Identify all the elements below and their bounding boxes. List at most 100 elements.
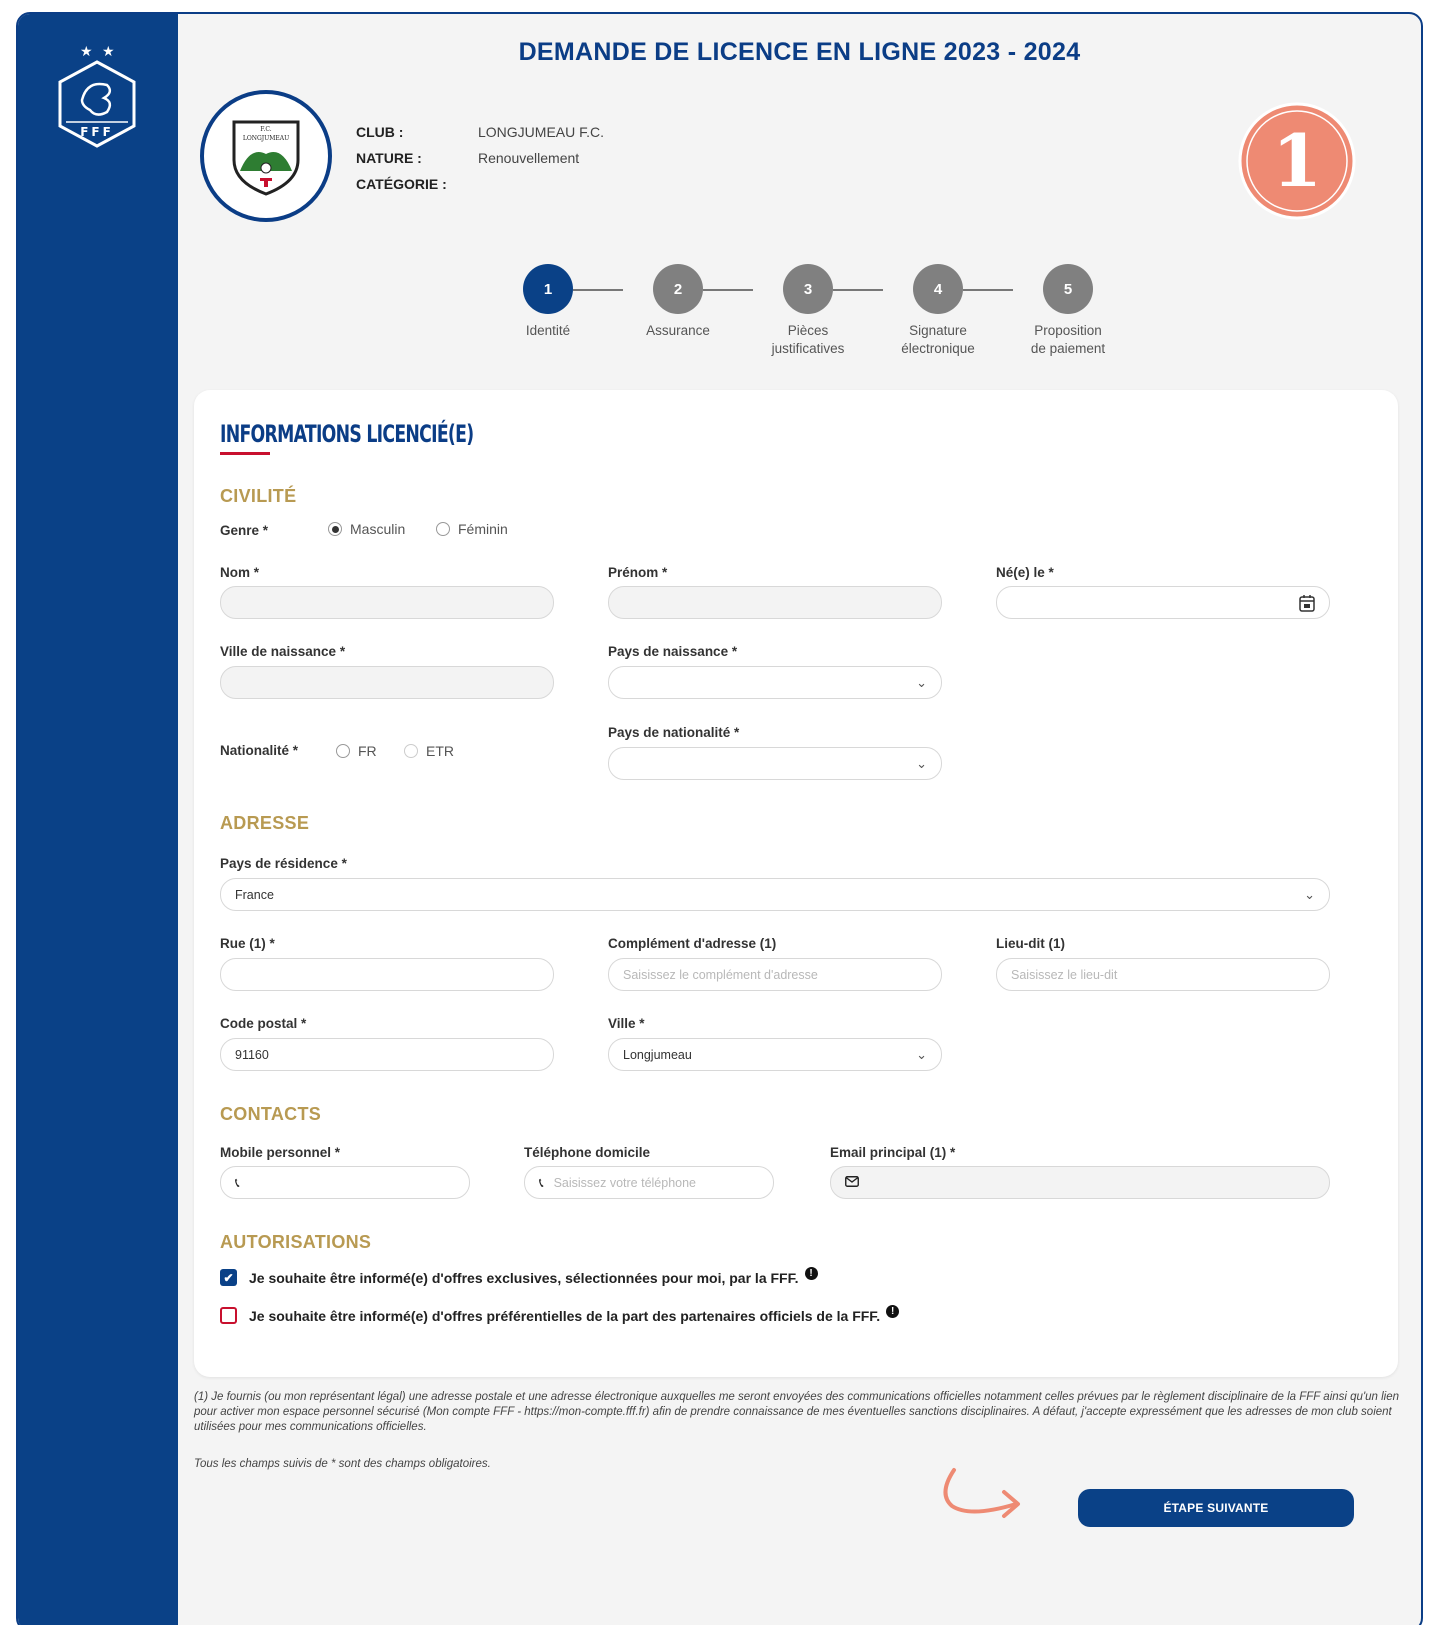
radio-dot xyxy=(328,522,342,536)
radio-etr[interactable]: ETR xyxy=(404,743,454,759)
svg-text:★: ★ xyxy=(80,44,93,60)
step-circle: 1 xyxy=(523,264,573,314)
complement-placeholder: Saisissez le complément d'adresse xyxy=(623,967,818,982)
complement-label: Complément d'adresse (1) xyxy=(608,936,777,951)
step-badge-number: 1 xyxy=(1272,118,1322,203)
pays-residence-value: France xyxy=(235,887,274,902)
step-paiement[interactable]: 5 Proposition de paiement xyxy=(1008,264,1128,358)
form-card: INFORMATIONS LICENCIÉ(E) CIVILITÉ Genre … xyxy=(194,390,1398,1377)
checkbox-checked-icon[interactable]: ✔ xyxy=(220,1269,237,1286)
rue-label: Rue (1) * xyxy=(220,936,275,951)
code-postal-label: Code postal * xyxy=(220,1016,307,1031)
club-value: LONGJUMEAU F.C. xyxy=(478,124,605,140)
rue-input[interactable] xyxy=(220,958,554,991)
chevron-down-icon: ⌄ xyxy=(916,756,927,771)
calendar-icon[interactable] xyxy=(1299,594,1315,615)
ville-naissance-input[interactable] xyxy=(220,666,554,699)
curved-arrow-icon xyxy=(943,1468,1020,1518)
categorie-label: CATÉGORIE : xyxy=(356,176,447,192)
chevron-down-icon: ⌄ xyxy=(916,1047,927,1062)
nom-label: Nom * xyxy=(220,565,260,580)
radio-feminin[interactable]: Féminin xyxy=(436,521,508,537)
telephone-placeholder: Saisissez votre téléphone xyxy=(553,1175,697,1190)
ville-value: Longjumeau xyxy=(623,1047,692,1062)
title-underline xyxy=(220,452,270,455)
ville-select[interactable]: Longjumeau ⌄ xyxy=(608,1038,942,1071)
telephone-label: Téléphone domicile xyxy=(524,1145,651,1160)
offres-partenaires-label: Je souhaite être informé(e) d'offres pré… xyxy=(249,1307,881,1324)
pays-naissance-label: Pays de naissance * xyxy=(608,644,738,659)
pays-residence-label: Pays de résidence * xyxy=(220,856,347,871)
code-postal-value: 91160 xyxy=(235,1047,269,1062)
step-connector xyxy=(573,289,623,291)
nom-input[interactable] xyxy=(220,586,554,619)
chevron-down-icon: ⌄ xyxy=(916,675,927,690)
radio-masculin[interactable]: Masculin xyxy=(328,521,405,537)
step-label: Pièces justificatives xyxy=(771,323,845,356)
checkbox-offres-fff[interactable]: ✔ Je souhaite être informé(e) d'offres e… xyxy=(220,1267,818,1286)
code-postal-input[interactable]: 91160 xyxy=(220,1038,554,1071)
lieu-dit-placeholder: Saisissez le lieu-dit xyxy=(1011,967,1118,982)
email-input[interactable] xyxy=(830,1166,1330,1199)
checkbox-unchecked-icon[interactable] xyxy=(220,1307,237,1324)
club-crest-icon: F.C. LONGJUMEAU xyxy=(232,120,300,196)
email-label: Email principal (1) * xyxy=(830,1145,956,1160)
step-pieces[interactable]: 3 Pièces justificatives xyxy=(748,264,868,358)
chevron-down-icon: ⌄ xyxy=(1304,887,1315,902)
nature-label: NATURE : xyxy=(356,150,422,166)
lieu-dit-label: Lieu-dit (1) xyxy=(996,936,1065,951)
step-identite[interactable]: 1 Identité xyxy=(488,264,608,340)
club-badge: F.C. LONGJUMEAU xyxy=(200,90,332,222)
step-connector xyxy=(703,289,753,291)
radio-masculin-label: Masculin xyxy=(350,521,406,537)
radio-dot xyxy=(436,522,450,536)
pays-nationalite-select[interactable]: ⌄ xyxy=(608,747,942,780)
club-crest-top-text: F.C. xyxy=(260,126,272,133)
page-frame: ★ ★ FFF DEMANDE DE LICENCE EN LIGNE 2023… xyxy=(16,12,1423,1625)
lieu-dit-input[interactable]: Saisissez le lieu-dit xyxy=(996,958,1330,991)
checkbox-offres-partenaires[interactable]: Je souhaite être informé(e) d'offres pré… xyxy=(220,1305,900,1324)
ne-le-label: Né(e) le * xyxy=(996,565,1054,580)
nationalite-label: Nationalité * xyxy=(220,743,299,758)
prenom-input[interactable] xyxy=(608,586,942,619)
form-title: INFORMATIONS LICENCIÉ(E) xyxy=(220,420,474,448)
required-fields-note: Tous les champs suivis de * sont des cha… xyxy=(194,1458,491,1470)
complement-input[interactable]: Saisissez le complément d'adresse xyxy=(608,958,942,991)
step-label: Identité xyxy=(525,323,571,338)
svg-text:★: ★ xyxy=(102,44,115,60)
club-info: CLUB : LONGJUMEAU F.C. NATURE : Renouvelle… xyxy=(356,119,604,197)
phone-icon: 📞︎ xyxy=(539,1174,544,1190)
step-connector xyxy=(833,289,883,291)
info-icon[interactable]: ! xyxy=(804,1267,818,1280)
pays-residence-select[interactable]: France ⌄ xyxy=(220,878,1330,911)
club-crest-name-text: LONGJUMEAU xyxy=(243,135,289,142)
pays-naissance-select[interactable]: ⌄ xyxy=(608,666,942,699)
phone-icon: 📞︎ xyxy=(235,1174,240,1190)
step-label: Proposition de paiement xyxy=(1030,323,1106,356)
step-circle: 3 xyxy=(783,264,833,314)
radio-feminin-label: Féminin xyxy=(458,521,508,537)
radio-fr[interactable]: FR xyxy=(336,743,377,759)
mail-icon xyxy=(845,1175,859,1190)
step-signature[interactable]: 4 Signature électronique xyxy=(878,264,998,358)
step-circle: 5 xyxy=(1043,264,1093,314)
step-assurance[interactable]: 2 Assurance xyxy=(618,264,738,340)
mobile-input[interactable]: 📞︎ xyxy=(220,1166,470,1199)
pays-nationalite-label: Pays de nationalité * xyxy=(608,725,740,740)
radio-etr-label: ETR xyxy=(426,743,454,759)
section-civilite: CIVILITÉ xyxy=(220,486,297,506)
info-icon[interactable]: ! xyxy=(886,1305,900,1318)
section-contacts: CONTACTS xyxy=(220,1104,322,1124)
section-adresse: ADRESSE xyxy=(220,813,310,833)
telephone-input[interactable]: 📞︎ Saisissez votre téléphone xyxy=(524,1166,774,1199)
prenom-label: Prénom * xyxy=(608,565,668,580)
step-number-badge: 1 xyxy=(1238,102,1356,220)
ville-label: Ville * xyxy=(608,1016,645,1031)
stepper: 1 Identité 2 Assurance 3 Pièces justifica… xyxy=(488,264,1108,374)
legal-footnote: (1) Je fournis (ou mon représentant léga… xyxy=(194,1391,1400,1433)
radio-dot xyxy=(336,744,350,758)
date-naissance-input[interactable] xyxy=(996,586,1330,619)
step-label: Signature électronique xyxy=(901,323,975,356)
next-step-button[interactable]: ÉTAPE SUIVANTE xyxy=(1078,1489,1354,1527)
step-connector xyxy=(963,289,1013,291)
